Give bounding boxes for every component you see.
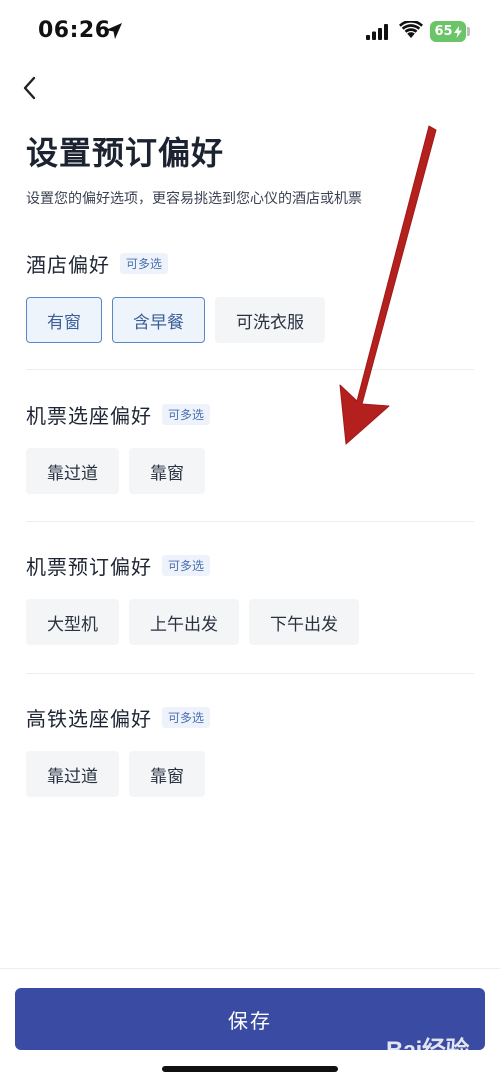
status-time: 06:26 — [38, 18, 111, 43]
battery-level: 65 — [434, 24, 453, 39]
option-rail-aisle-seat[interactable]: 靠过道 — [26, 751, 119, 797]
option-large-aircraft[interactable]: 大型机 — [26, 599, 119, 645]
option-afternoon-departure[interactable]: 下午出发 — [249, 599, 359, 645]
option-group: 靠过道 靠窗 — [26, 448, 474, 494]
section-header: 机票选座偏好 可多选 — [26, 400, 474, 428]
section-flight-booking-preference: 机票预订偏好 可多选 大型机 上午出发 下午出发 — [26, 551, 474, 645]
section-title: 酒店偏好 — [26, 252, 110, 277]
save-button[interactable]: 保存 — [15, 988, 485, 1050]
section-header: 机票预订偏好 可多选 — [26, 551, 474, 579]
page-subtitle: 设置您的偏好选项，更容易挑选到您心仪的酒店或机票 — [26, 191, 362, 207]
option-window-seat[interactable]: 靠窗 — [129, 448, 205, 494]
section-flight-seat-preference: 机票选座偏好 可多选 靠过道 靠窗 — [26, 400, 474, 494]
cellular-signal-icon — [366, 24, 388, 40]
section-hotel-preference: 酒店偏好 可多选 有窗 含早餐 可洗衣服 — [26, 249, 474, 343]
section-divider — [26, 369, 474, 370]
option-group: 大型机 上午出发 下午出发 — [26, 599, 474, 645]
option-laundry[interactable]: 可洗衣服 — [215, 297, 325, 343]
section-divider — [26, 521, 474, 522]
section-header: 酒店偏好 可多选 — [26, 249, 474, 277]
multi-select-tag: 可多选 — [162, 403, 211, 425]
section-title: 高铁选座偏好 — [26, 706, 152, 731]
multi-select-tag: 可多选 — [162, 706, 211, 728]
battery-indicator: 65 — [430, 21, 466, 42]
option-aisle-seat[interactable]: 靠过道 — [26, 448, 119, 494]
multi-select-tag: 可多选 — [120, 252, 169, 274]
location-arrow-icon — [106, 23, 122, 39]
wifi-icon — [399, 21, 423, 38]
option-group: 有窗 含早餐 可洗衣服 — [26, 297, 474, 343]
status-bar: 06:26 65 — [0, 0, 500, 66]
option-group: 靠过道 靠窗 — [26, 751, 474, 797]
section-header: 高铁选座偏好 可多选 — [26, 703, 474, 731]
chevron-left-icon — [23, 76, 36, 100]
home-indicator — [162, 1066, 338, 1072]
section-title: 机票选座偏好 — [26, 403, 152, 428]
section-rail-seat-preference: 高铁选座偏好 可多选 靠过道 靠窗 — [26, 703, 474, 797]
option-breakfast[interactable]: 含早餐 — [112, 297, 205, 343]
option-rail-window-seat[interactable]: 靠窗 — [129, 751, 205, 797]
option-window[interactable]: 有窗 — [26, 297, 102, 343]
watermark-url: jingyan.baidu.com — [390, 1060, 463, 1070]
multi-select-tag: 可多选 — [162, 554, 211, 576]
battery-cap — [467, 27, 470, 36]
page-title: 设置预订偏好 — [26, 134, 225, 172]
option-morning-departure[interactable]: 上午出发 — [129, 599, 239, 645]
back-button[interactable] — [14, 72, 46, 104]
footer-divider — [0, 968, 500, 969]
section-title: 机票预订偏好 — [26, 554, 152, 579]
charging-bolt-icon — [453, 25, 462, 38]
section-divider — [26, 673, 474, 674]
